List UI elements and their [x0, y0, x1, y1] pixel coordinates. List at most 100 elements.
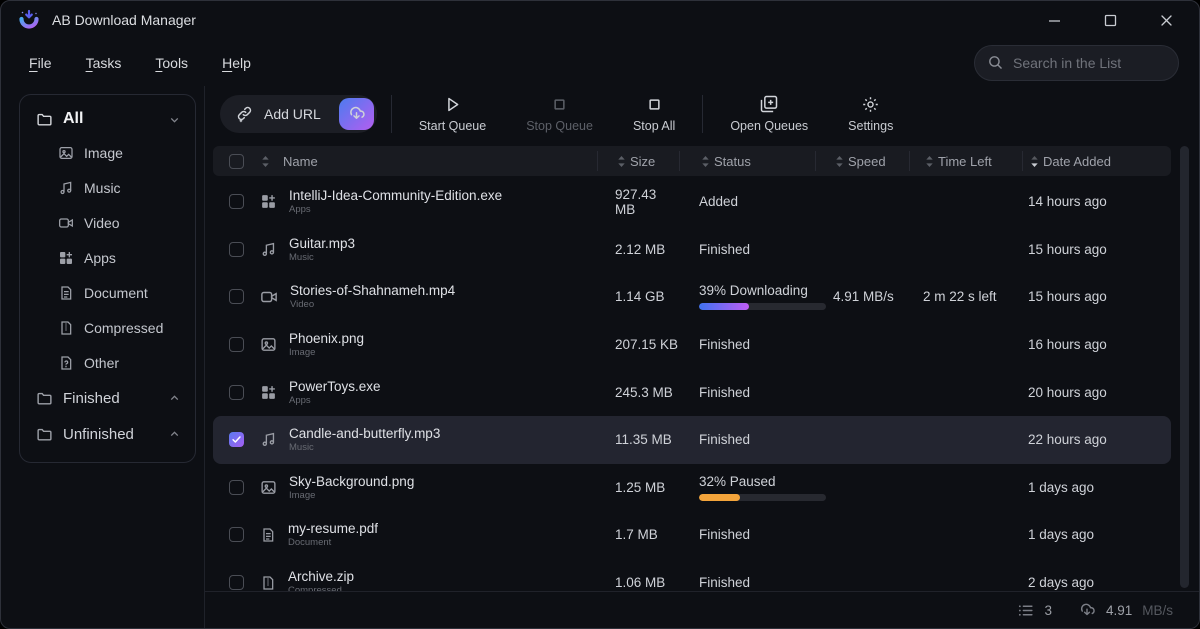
sidebar-item-document[interactable]: Document — [50, 275, 187, 310]
sidebar-item-unfinished[interactable]: Unfinished — [28, 416, 187, 452]
column-header-time-left[interactable]: Time Left — [909, 151, 1022, 171]
select-all-checkbox[interactable] — [229, 154, 244, 169]
menu-item-help[interactable]: Help — [222, 55, 251, 71]
toolbar-divider — [702, 95, 703, 133]
file-name: IntelliJ-Idea-Community-Edition.exe — [289, 188, 502, 203]
file-name: my-resume.pdf — [288, 521, 378, 536]
file-name: Phoenix.png — [289, 331, 364, 346]
main-area: Add URL Start Queue Stop Queue Stop All — [205, 86, 1199, 628]
table-row[interactable]: Phoenix.png Image 207.15 KB Finished 16 … — [213, 321, 1171, 369]
table-row[interactable]: Stories-of-Shahnameh.mp4 Video 1.14 GB 3… — [213, 273, 1171, 321]
row-checkbox[interactable] — [229, 337, 244, 352]
sort-icon — [924, 155, 935, 168]
search-icon — [987, 54, 1004, 71]
vertical-scrollbar[interactable] — [1180, 146, 1189, 588]
file-size: 1.25 MB — [597, 480, 679, 495]
row-checkbox[interactable] — [229, 385, 244, 400]
column-header-status[interactable]: Status — [679, 151, 815, 171]
table-row[interactable]: Candle-and-butterfly.mp3 Music 11.35 MB … — [213, 416, 1171, 464]
folder-icon — [36, 426, 53, 443]
sidebar-item-all[interactable]: All — [28, 103, 187, 135]
row-checkbox[interactable] — [229, 432, 244, 447]
sidebar-item-apps[interactable]: Apps — [50, 240, 187, 275]
table-row[interactable]: Guitar.mp3 Music 2.12 MB Finished 15 hou… — [213, 226, 1171, 274]
row-checkbox[interactable] — [229, 480, 244, 495]
column-header-name[interactable]: Name — [257, 154, 597, 169]
file-category: Image — [289, 490, 414, 501]
row-checkbox[interactable] — [229, 194, 244, 209]
status-text: 39% Downloading — [699, 283, 815, 298]
file-category: Video — [290, 299, 455, 310]
menu-item-tasks[interactable]: Tasks — [86, 55, 122, 71]
status-text: Finished — [699, 527, 815, 542]
folder-icon — [36, 390, 53, 407]
zip-icon — [260, 575, 276, 591]
menu-item-tools[interactable]: Tools — [155, 55, 188, 71]
date-added: 1 days ago — [1022, 480, 1137, 495]
column-header-size[interactable]: Size — [597, 151, 679, 171]
row-checkbox[interactable] — [229, 289, 244, 304]
menu-bar: File Tasks Tools Help Search in the List — [1, 39, 1199, 86]
settings-button[interactable]: Settings — [835, 95, 906, 133]
file-name: Stories-of-Shahnameh.mp4 — [290, 283, 455, 298]
date-added: 2 days ago — [1022, 575, 1137, 590]
date-added: 22 hours ago — [1022, 432, 1137, 447]
row-checkbox[interactable] — [229, 527, 244, 542]
file-category: Music — [289, 442, 440, 453]
sidebar-item-finished[interactable]: Finished — [28, 380, 187, 416]
add-url-label: Add URL — [264, 106, 329, 122]
other-file-icon — [58, 355, 74, 371]
sort-icon — [834, 155, 845, 168]
sort-icon — [260, 155, 271, 168]
status-text: Finished — [699, 337, 815, 352]
file-size: 245.3 MB — [597, 385, 679, 400]
toolbar-divider — [391, 95, 392, 133]
download-speed: 4.91 MB/s — [815, 289, 909, 304]
date-added: 15 hours ago — [1022, 242, 1137, 257]
row-checkbox[interactable] — [229, 575, 244, 590]
minimize-button[interactable] — [1043, 9, 1065, 31]
column-header-speed[interactable]: Speed — [815, 151, 909, 171]
sidebar-item-image[interactable]: Image — [50, 135, 187, 170]
status-bar: 3 4.91 MB/s — [205, 591, 1199, 628]
table-row[interactable]: Sky-Background.png Image 1.25 MB 32% Pau… — [213, 464, 1171, 512]
close-button[interactable] — [1155, 9, 1177, 31]
sidebar-item-video[interactable]: Video — [50, 205, 187, 240]
file-size: 207.15 KB — [597, 337, 679, 352]
open-queues-button[interactable]: Open Queues — [717, 94, 821, 133]
date-added: 20 hours ago — [1022, 385, 1137, 400]
file-category: Apps — [289, 204, 502, 215]
search-placeholder: Search in the List — [1013, 55, 1121, 71]
table-row[interactable]: Archive.zip Compressed 1.06 MB Finished … — [213, 559, 1171, 591]
file-name: Guitar.mp3 — [289, 236, 355, 251]
file-size: 927.43 MB — [597, 187, 679, 217]
sidebar-item-compressed[interactable]: Compressed — [50, 310, 187, 345]
sort-icon — [616, 155, 627, 168]
status-text: 32% Paused — [699, 474, 815, 489]
file-name: Sky-Background.png — [289, 474, 414, 489]
sidebar-item-music[interactable]: Music — [50, 170, 187, 205]
stop-queue-button[interactable]: Stop Queue — [513, 95, 606, 133]
maximize-button[interactable] — [1099, 9, 1121, 31]
sidebar: All Image Music Video — [1, 86, 205, 628]
start-queue-button[interactable]: Start Queue — [406, 95, 499, 133]
stop-all-button[interactable]: Stop All — [620, 95, 688, 133]
quick-download-button[interactable] — [339, 98, 374, 130]
file-category: Apps — [289, 395, 381, 406]
scrollbar-thumb[interactable] — [1180, 146, 1189, 588]
sidebar-item-other[interactable]: Other — [50, 345, 187, 380]
table-row[interactable]: PowerToys.exe Apps 245.3 MB Finished 20 … — [213, 368, 1171, 416]
add-url-button[interactable]: Add URL — [220, 95, 377, 133]
table-row[interactable]: my-resume.pdf Document 1.7 MB Finished 1… — [213, 511, 1171, 559]
play-icon — [443, 95, 462, 114]
file-size: 2.12 MB — [597, 242, 679, 257]
date-added: 14 hours ago — [1022, 194, 1137, 209]
row-checkbox[interactable] — [229, 242, 244, 257]
file-size: 1.7 MB — [597, 527, 679, 542]
menu-item-file[interactable]: File — [29, 55, 52, 71]
date-added: 15 hours ago — [1022, 289, 1137, 304]
column-header-date-added[interactable]: Date Added — [1022, 151, 1137, 171]
table-row[interactable]: IntelliJ-Idea-Community-Edition.exe Apps… — [213, 178, 1171, 226]
status-text: Finished — [699, 385, 815, 400]
search-input[interactable]: Search in the List — [974, 45, 1179, 81]
